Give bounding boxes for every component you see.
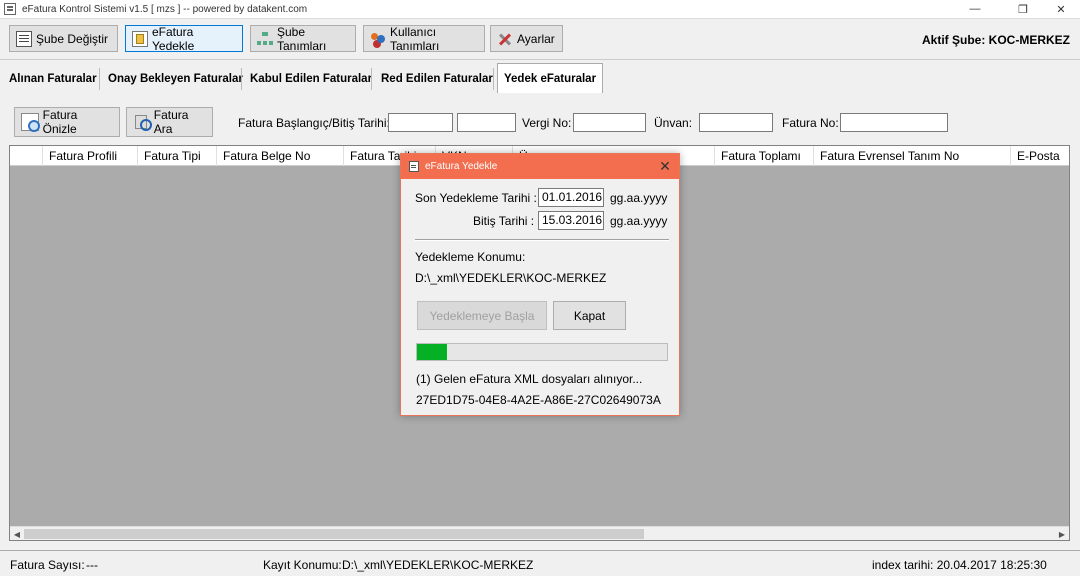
backup-progress-bar: [416, 343, 668, 361]
invoice-search-button[interactable]: Fatura Ara: [126, 107, 213, 137]
invoice-count-label: Fatura Sayısı:: [10, 558, 85, 572]
tab-received-invoices[interactable]: Alınan Faturalar: [3, 65, 103, 93]
horizontal-scrollbar[interactable]: ◀ ▶: [10, 526, 1069, 540]
invoice-search-label: Fatura Ara: [153, 108, 189, 136]
date-range-label: Fatura Başlangıç/Bitiş Tarihi:: [238, 116, 390, 130]
invoice-no-label: Fatura No:: [782, 116, 839, 130]
tab-strip: Alınan Faturalar Onay Bekleyen Faturalar…: [0, 60, 1080, 95]
invoice-no-input[interactable]: [840, 113, 948, 132]
search-icon: [133, 113, 152, 131]
backup-location-label: Yedekleme Konumu:: [415, 250, 526, 264]
window-title: eFatura Kontrol Sistemi v1.5 [ mzs ] -- …: [22, 3, 308, 15]
close-window-button[interactable]: ✕: [1046, 0, 1076, 18]
end-date-input[interactable]: 15.03.2016: [538, 211, 604, 230]
tab-rejected-invoices[interactable]: Red Edilen Faturalar: [375, 65, 499, 93]
invoice-preview-label: Fatura Önizle: [42, 108, 78, 136]
title-label: Ünvan:: [654, 116, 693, 130]
change-branch-label: Şube Değiştir: [36, 31, 109, 46]
grid-column-header[interactable]: Fatura Toplamı: [714, 146, 813, 166]
status-bar: Fatura Sayısı: --- Kayıt Konumu: D:\_xml…: [0, 550, 1080, 576]
backup-status-text: (1) Gelen eFatura XML dosyaları alınıyor…: [416, 372, 643, 386]
tab-accepted-invoices[interactable]: Kabul Edilen Faturalar: [244, 65, 378, 93]
tax-no-label: Vergi No:: [522, 116, 572, 130]
tab-divider: [493, 68, 494, 90]
scroll-left-arrow-icon[interactable]: ◀: [10, 527, 24, 541]
backup-efatura-label: eFatura Yedekle: [152, 24, 195, 53]
save-location-value: D:\_xml\YEDEKLER\KOC-MERKEZ: [342, 558, 534, 572]
start-date-input[interactable]: [388, 113, 453, 132]
start-backup-button[interactable]: Yedeklemeye Başla: [417, 301, 547, 330]
user-definitions-button[interactable]: Kullanıcı Tanımları: [363, 24, 485, 53]
backup-location-value: D:\_xml\YEDEKLER\KOC-MERKEZ: [415, 271, 607, 285]
switch-icon: [16, 30, 32, 47]
preview-icon: [21, 113, 40, 132]
tab-divider: [241, 68, 242, 90]
grid-column-header[interactable]: E-Posta: [1010, 146, 1069, 166]
index-date: index tarihi: 20.04.2017 18:25:30: [872, 558, 1047, 572]
end-date-input[interactable]: [457, 113, 516, 132]
date-format-hint: gg.aa.yyyy: [610, 214, 668, 228]
tax-no-input[interactable]: [573, 113, 646, 132]
settings-icon: [497, 31, 513, 47]
restore-button[interactable]: ❐: [1008, 0, 1038, 18]
toolbar: Şube Değiştir eFatura Yedekle Şube Tanım…: [0, 18, 1080, 60]
app-icon: [4, 3, 16, 15]
active-branch-label: Aktif Şube: KOC-MERKEZ: [922, 33, 1070, 47]
date-format-hint: gg.aa.yyyy: [610, 191, 668, 205]
close-dialog-button[interactable]: Kapat: [553, 301, 626, 330]
grid-column-header[interactable]: Fatura Tipi: [137, 146, 216, 166]
dialog-divider: [415, 239, 669, 241]
user-definitions-label: Kullanıcı Tanımları: [390, 24, 440, 53]
tab-backup-invoices[interactable]: Yedek eFaturalar: [497, 63, 604, 93]
last-backup-date-label: Son Yedekleme Tarihi :: [415, 191, 537, 205]
change-branch-button[interactable]: Şube Değiştir: [9, 25, 118, 52]
tab-divider: [99, 68, 100, 90]
settings-label: Ayarlar: [517, 31, 555, 46]
backup-dialog: eFatura Yedekle ✕ Son Yedekleme Tarihi :…: [400, 153, 680, 416]
users-icon: [370, 31, 386, 47]
dialog-title: eFatura Yedekle: [425, 161, 498, 172]
branch-definitions-label: Şube Tanımları: [277, 24, 327, 53]
backup-icon: [132, 30, 148, 47]
end-date-label: Bitiş Tarihi :: [473, 214, 535, 228]
last-backup-date-input[interactable]: 01.01.2016: [538, 188, 604, 207]
settings-button[interactable]: Ayarlar: [490, 25, 563, 52]
branch-icon: [257, 31, 273, 47]
grid-column-header[interactable]: [10, 146, 42, 166]
filter-bar: Fatura Önizle Fatura Ara Fatura Başlangı…: [0, 100, 1080, 144]
title-input[interactable]: [699, 113, 773, 132]
invoice-count-value: ---: [86, 558, 98, 572]
scroll-right-arrow-icon[interactable]: ▶: [1055, 527, 1069, 541]
title-bar: eFatura Kontrol Sistemi v1.5 [ mzs ] -- …: [0, 0, 1080, 18]
grid-column-header[interactable]: Fatura Belge No: [216, 146, 343, 166]
backup-efatura-button[interactable]: eFatura Yedekle: [125, 24, 243, 53]
scrollbar-thumb[interactable]: [24, 529, 644, 539]
dialog-close-icon[interactable]: ✕: [657, 158, 673, 174]
minimize-button[interactable]: —: [960, 0, 990, 18]
tab-pending-invoices[interactable]: Onay Bekleyen Faturalar: [102, 65, 249, 93]
progress-fill: [417, 344, 447, 360]
dialog-title-bar: eFatura Yedekle ✕: [401, 154, 679, 179]
grid-column-header[interactable]: Fatura Profili: [42, 146, 137, 166]
invoice-preview-button[interactable]: Fatura Önizle: [14, 107, 120, 137]
branch-definitions-button[interactable]: Şube Tanımları: [250, 24, 356, 53]
tab-divider: [371, 68, 372, 90]
save-location-label: Kayıt Konumu:: [263, 558, 342, 572]
grid-column-header[interactable]: Fatura Evrensel Tanım No: [813, 146, 1010, 166]
dialog-app-icon: [409, 161, 419, 172]
current-file-id: 27ED1D75-04E8-4A2E-A86E-27C02649073A: [416, 393, 661, 407]
